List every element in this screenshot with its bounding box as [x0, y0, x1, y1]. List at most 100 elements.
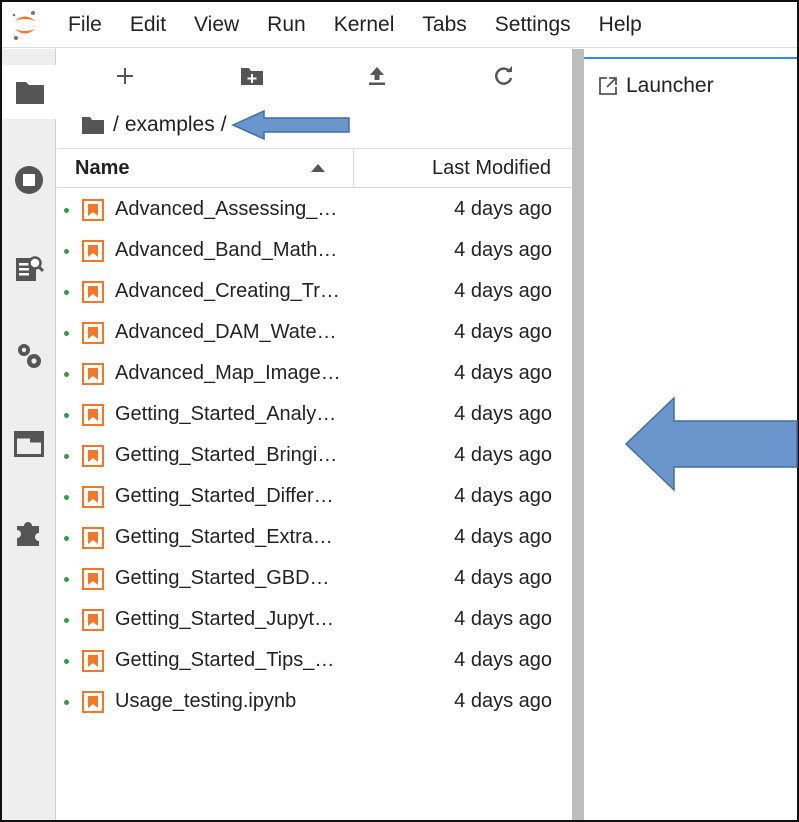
- file-name: Advanced_Creating_Tr…: [115, 280, 340, 302]
- file-name: Getting_Started_GBD…: [115, 567, 330, 589]
- running-indicator-icon: [64, 659, 69, 664]
- name-column-header[interactable]: Name: [57, 149, 354, 187]
- running-indicator-icon: [64, 454, 69, 459]
- notebook-icon: [82, 199, 104, 221]
- running-indicator-icon: [64, 577, 69, 582]
- file-last-modified: 4 days ago: [454, 198, 552, 220]
- extension-manager-tab[interactable]: [2, 505, 56, 559]
- gears-icon: [18, 344, 41, 368]
- file-last-modified: 4 days ago: [454, 362, 552, 384]
- running-indicator-icon: [64, 536, 69, 541]
- main-dock-area: Launcher: [584, 49, 797, 820]
- upload-button[interactable]: [357, 61, 397, 91]
- notebook-icon: [82, 527, 104, 549]
- breadcrumb-separator: /: [113, 113, 119, 136]
- menu-kernel[interactable]: Kernel: [320, 2, 409, 48]
- last-modified-column-header[interactable]: Last Modified: [354, 149, 571, 187]
- property-inspector-icon: [16, 256, 44, 281]
- notebook-icon: [82, 404, 104, 426]
- notebook-icon: [82, 691, 104, 713]
- file-browser-panel: / examples / Name Last Modified Advanced…: [57, 49, 572, 820]
- file-row[interactable]: Advanced_Map_Image… 4 days ago: [57, 354, 572, 395]
- file-row[interactable]: Usage_testing.ipynb 4 days ago: [57, 682, 572, 723]
- sort-ascending-icon: [311, 164, 325, 172]
- new-launcher-button[interactable]: [105, 61, 145, 91]
- tabs-icon: [14, 431, 44, 457]
- file-list-header: Name Last Modified: [57, 148, 572, 188]
- file-row[interactable]: Getting_Started_Jupyt… 4 days ago: [57, 600, 572, 641]
- file-row[interactable]: Advanced_Creating_Tr… 4 days ago: [57, 272, 572, 313]
- file-row[interactable]: Getting_Started_GBD… 4 days ago: [57, 559, 572, 600]
- running-indicator-icon: [64, 208, 69, 213]
- running-indicator-icon: [64, 700, 69, 705]
- notebook-icon: [82, 650, 104, 672]
- file-browser-toolbar: [57, 49, 572, 103]
- notebook-icon: [82, 486, 104, 508]
- notebook-icon: [82, 322, 104, 344]
- refresh-button[interactable]: [484, 61, 524, 91]
- menu-edit[interactable]: Edit: [116, 2, 180, 48]
- jupyter-logo-icon[interactable]: [2, 2, 48, 48]
- file-name: Getting_Started_Bringi…: [115, 444, 338, 466]
- file-browser-tab[interactable]: [2, 65, 57, 119]
- file-name: Advanced_Map_Image…: [115, 362, 341, 384]
- file-row[interactable]: Getting_Started_Differ… 4 days ago: [57, 477, 572, 518]
- file-last-modified: 4 days ago: [454, 649, 552, 671]
- notebook-icon: [82, 609, 104, 631]
- file-name: Advanced_Assessing_…: [115, 198, 338, 220]
- name-column-label: Name: [75, 156, 130, 179]
- running-indicator-icon: [64, 495, 69, 500]
- breadcrumb: / examples /: [81, 111, 233, 139]
- commands-tab[interactable]: [2, 329, 56, 383]
- file-row[interactable]: Advanced_DAM_Wate… 4 days ago: [57, 313, 572, 354]
- file-row[interactable]: Getting_Started_Tips_… 4 days ago: [57, 641, 572, 682]
- menu-run[interactable]: Run: [253, 2, 320, 48]
- notebook-icon: [82, 568, 104, 590]
- running-indicator-icon: [64, 331, 69, 336]
- file-last-modified: 4 days ago: [454, 321, 552, 343]
- extension-icon: [17, 522, 39, 546]
- menu-tabs[interactable]: Tabs: [408, 2, 480, 48]
- upload-icon: [369, 67, 385, 85]
- running-icon: [15, 166, 43, 194]
- running-indicator-icon: [64, 372, 69, 377]
- menu-bar: File Edit View Run Kernel Tabs Settings …: [2, 2, 797, 48]
- main-tab-bar: Launcher: [584, 49, 797, 113]
- new-folder-button[interactable]: [232, 61, 272, 91]
- folder-icon[interactable]: [81, 115, 105, 135]
- panel-splitter[interactable]: [572, 49, 584, 820]
- file-row[interactable]: Advanced_Band_Math… 4 days ago: [57, 231, 572, 272]
- running-indicator-icon: [64, 413, 69, 418]
- file-row[interactable]: Getting_Started_Extra… 4 days ago: [57, 518, 572, 559]
- notebook-icon: [82, 240, 104, 262]
- tab-launcher[interactable]: Launcher: [584, 57, 797, 113]
- running-indicator-icon: [64, 618, 69, 623]
- property-inspector-tab[interactable]: [2, 241, 56, 295]
- open-tabs-tab[interactable]: [2, 417, 56, 471]
- breadcrumb-separator: /: [220, 113, 227, 136]
- file-name: Advanced_DAM_Wate…: [115, 321, 337, 343]
- file-row[interactable]: Advanced_Assessing_… 4 days ago: [57, 190, 572, 231]
- file-last-modified: 4 days ago: [454, 239, 552, 261]
- running-indicator-icon: [64, 249, 69, 254]
- file-name: Getting_Started_Analy…: [115, 403, 337, 425]
- notebook-icon: [82, 363, 104, 385]
- file-row[interactable]: Getting_Started_Bringi… 4 days ago: [57, 436, 572, 477]
- refresh-icon: [495, 66, 513, 85]
- breadcrumb-examples[interactable]: examples: [125, 113, 215, 137]
- file-name: Usage_testing.ipynb: [115, 690, 297, 712]
- file-last-modified: 4 days ago: [454, 567, 552, 589]
- menu-view[interactable]: View: [180, 2, 253, 48]
- plus-icon: [117, 68, 133, 84]
- running-sessions-tab[interactable]: [2, 153, 56, 207]
- new-folder-icon: [241, 68, 263, 85]
- notebook-icon: [82, 281, 104, 303]
- menu-help[interactable]: Help: [585, 2, 656, 48]
- file-last-modified: 4 days ago: [454, 403, 552, 425]
- last-modified-label: Last Modified: [432, 156, 551, 179]
- file-row[interactable]: Getting_Started_Analy… 4 days ago: [57, 395, 572, 436]
- file-name: Getting_Started_Tips_…: [115, 649, 335, 671]
- menu-file[interactable]: File: [48, 2, 116, 48]
- folder-icon: [15, 82, 44, 104]
- menu-settings[interactable]: Settings: [481, 2, 585, 48]
